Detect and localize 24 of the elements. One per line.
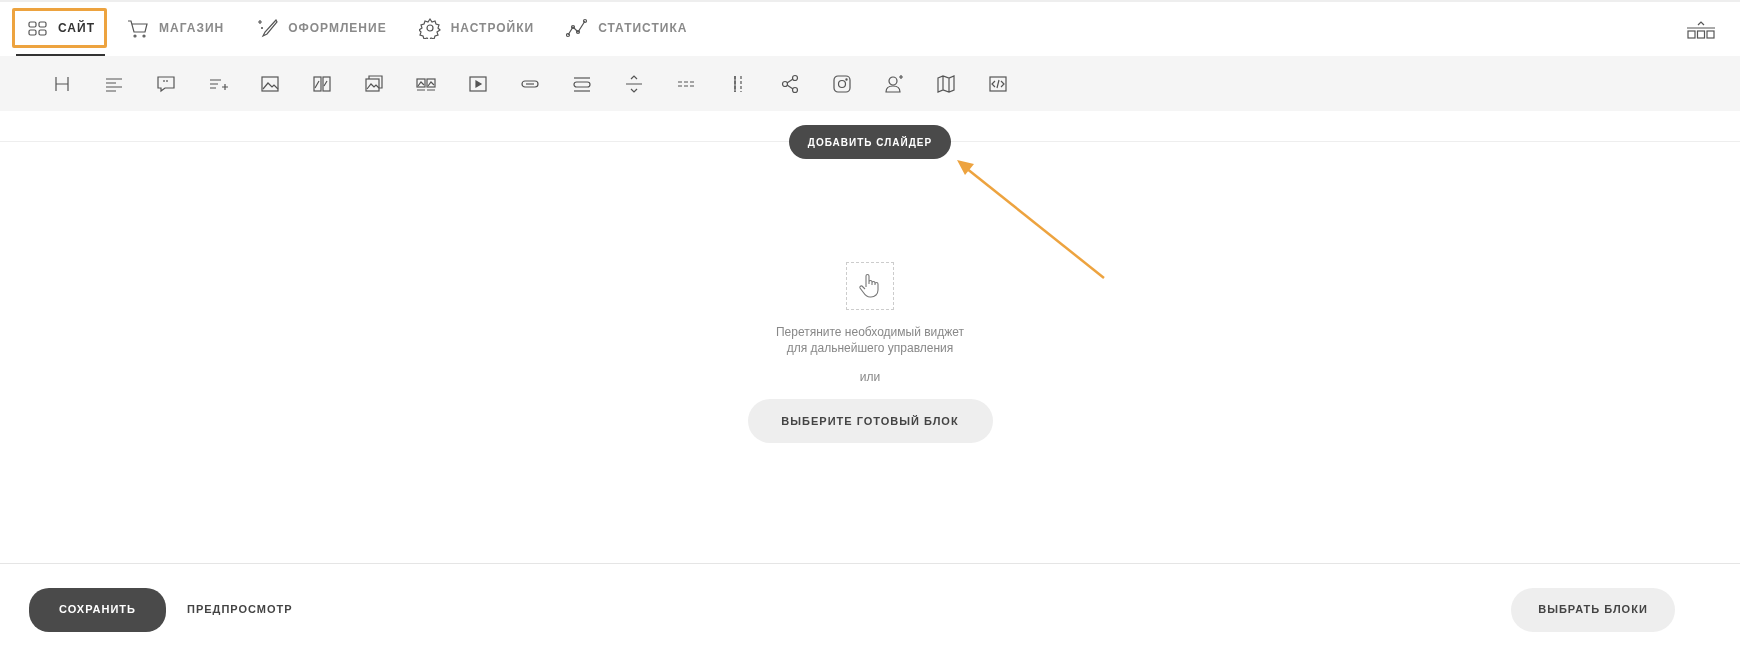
- cart-icon: [127, 17, 149, 39]
- quote-icon[interactable]: [156, 73, 176, 94]
- image-icon[interactable]: [260, 73, 280, 94]
- drag-widget-hint: Перетяните необходимый виджет для дальнейшего управления: [775, 324, 965, 356]
- add-slider-button[interactable]: ДОБАВИТЬ СЛАЙДЕР: [789, 125, 951, 159]
- gallery-icon[interactable]: [364, 73, 384, 94]
- gear-icon: [418, 17, 441, 39]
- or-text: или: [859, 369, 881, 386]
- brush-icon: [256, 17, 279, 39]
- code-icon[interactable]: [988, 73, 1008, 94]
- preview-link[interactable]: ПРЕДПРОСМОТР: [187, 601, 293, 618]
- map-icon[interactable]: [936, 73, 956, 94]
- user-add-icon[interactable]: [884, 73, 904, 94]
- blocks-panel-icon[interactable]: [1686, 19, 1716, 40]
- divider-icon[interactable]: [624, 73, 644, 94]
- select-blocks-button[interactable]: ВЫБРАТЬ БЛОКИ: [1511, 587, 1675, 632]
- camera-icon[interactable]: [832, 73, 852, 94]
- video-icon[interactable]: [468, 73, 488, 94]
- hand-pointer-icon: [858, 273, 882, 299]
- save-button[interactable]: СОХРАНИТЬ: [29, 587, 166, 632]
- share-icon[interactable]: [780, 73, 800, 94]
- choose-block-button[interactable]: ВЫБЕРИТЕ ГОТОВЫЙ БЛОК: [747, 399, 993, 443]
- chart-line-icon: [566, 17, 589, 39]
- image-compare-icon[interactable]: [312, 73, 332, 94]
